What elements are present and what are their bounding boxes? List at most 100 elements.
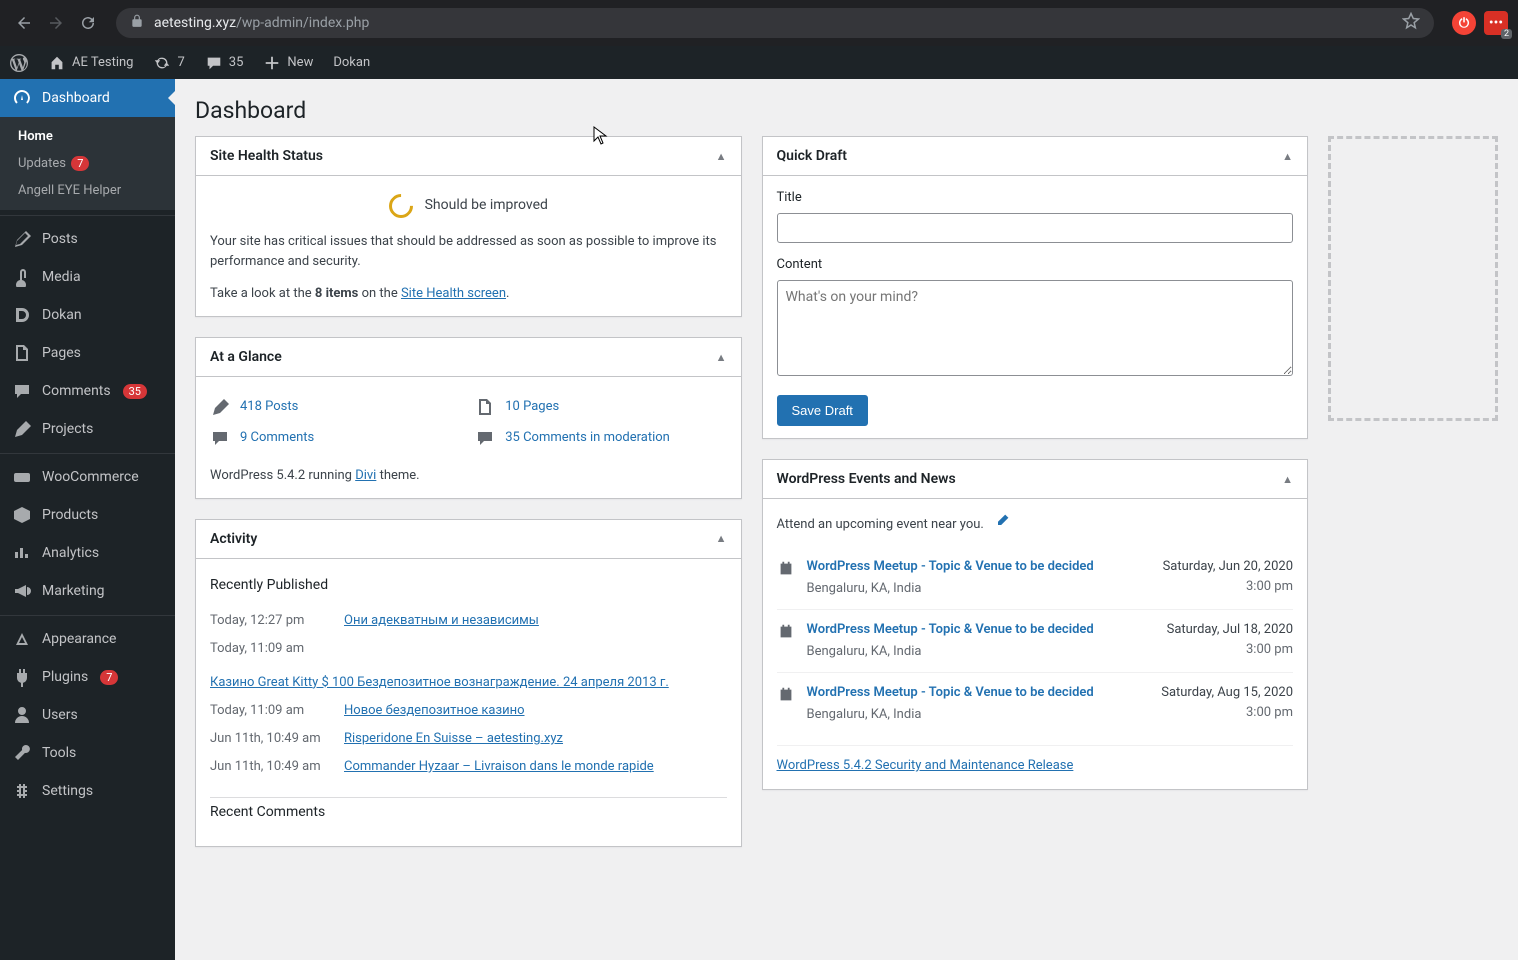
event-location: Bengaluru, KA, India <box>807 703 1132 725</box>
sidebar-item-label: Posts <box>42 231 78 247</box>
event-title-link[interactable]: WordPress Meetup - Topic & Venue to be d… <box>807 557 1132 577</box>
widget-title: Site Health Status <box>210 148 323 164</box>
sidebar-item-tools[interactable]: Tools <box>0 734 175 772</box>
updates-link[interactable]: 7 <box>143 46 194 79</box>
dashboard-col-placeholder[interactable] <box>1328 136 1498 421</box>
collapse-icon[interactable]: ▲ <box>1282 150 1293 163</box>
sidebar-item-label: Products <box>42 507 98 523</box>
comments-count: 35 <box>229 55 244 70</box>
widget-header[interactable]: At a Glance ▲ <box>196 338 741 377</box>
dokan-link[interactable]: Dokan <box>323 46 380 79</box>
sidebar-item-pages[interactable]: Pages <box>0 334 175 372</box>
glance-comments: 9 Comments <box>210 428 461 448</box>
activity-title-link[interactable]: Казино Great Kitty $ 100 Бездепозитное в… <box>210 673 669 693</box>
draft-content-textarea[interactable] <box>777 280 1294 376</box>
comments-link[interactable]: 35 <box>195 46 254 79</box>
sidebar-item-comments[interactable]: Comments 35 <box>0 372 175 410</box>
glance-posts-link[interactable]: 418 Posts <box>240 397 298 417</box>
sidebar-item-label: Pages <box>42 345 81 361</box>
widget-header[interactable]: WordPress Events and News ▲ <box>763 460 1308 499</box>
theme-link[interactable]: Divi <box>355 468 376 483</box>
sidebar-item-dashboard[interactable]: Dashboard <box>0 79 175 117</box>
widget-header[interactable]: Quick Draft ▲ <box>763 137 1308 176</box>
page-title: Dashboard <box>195 79 1498 136</box>
widget-title: Quick Draft <box>777 148 847 164</box>
content-label: Content <box>777 255 1294 275</box>
activity-subheading: Recently Published <box>210 571 727 607</box>
sidebar-item-label: Marketing <box>42 583 105 599</box>
site-name-text: AE Testing <box>72 55 133 70</box>
widget-title: Activity <box>210 531 257 547</box>
sidebar-item-settings[interactable]: Settings <box>0 772 175 810</box>
back-button[interactable] <box>10 9 38 37</box>
main-content: Dashboard Site Health Status ▲ Should be… <box>175 79 1518 960</box>
activity-row: Today, 11:09 amКазино Great Kitty $ 100 … <box>210 635 727 697</box>
widget-header[interactable]: Site Health Status ▲ <box>196 137 741 176</box>
sidebar-item-analytics[interactable]: Analytics <box>0 534 175 572</box>
dashboard-col-2: Quick Draft ▲ Title Content Save Draft <box>762 136 1309 790</box>
url-bar[interactable]: aetesting.xyz/wp-admin/index.php <box>116 8 1434 38</box>
bookmark-star-icon[interactable] <box>1402 12 1420 34</box>
collapse-icon[interactable]: ▲ <box>716 150 727 163</box>
collapse-icon[interactable]: ▲ <box>716 351 727 364</box>
collapse-icon[interactable]: ▲ <box>1282 473 1293 486</box>
event-title-link[interactable]: WordPress Meetup - Topic & Venue to be d… <box>807 683 1132 703</box>
sidebar-item-woocommerce[interactable]: WooCommerce <box>0 458 175 496</box>
activity-subheading: Recent Comments <box>210 797 727 834</box>
sidebar-item-projects[interactable]: Projects <box>0 410 175 448</box>
event-location: Bengaluru, KA, India <box>807 577 1132 599</box>
new-content-link[interactable]: New <box>253 46 323 79</box>
sidebar-item-plugins[interactable]: Plugins 7 <box>0 658 175 696</box>
widget-title: WordPress Events and News <box>777 471 956 487</box>
sidebar-sub-home[interactable]: Home <box>0 123 175 150</box>
browser-toolbar: aetesting.xyz/wp-admin/index.php ⏻ •••2 <box>0 0 1518 46</box>
dashboard-submenu: Home Updates 7 Angell EYE Helper <box>0 117 175 210</box>
draft-title-input[interactable] <box>777 213 1294 243</box>
news-link[interactable]: WordPress 5.4.2 Security and Maintenance… <box>777 758 1074 773</box>
calendar-icon <box>777 683 795 711</box>
reload-button[interactable] <box>74 9 102 37</box>
extension-power-icon[interactable]: ⏻ <box>1452 11 1476 35</box>
glance-pages: 10 Pages <box>475 397 726 417</box>
sidebar-item-label: Settings <box>42 783 93 799</box>
extension-lastpass-icon[interactable]: •••2 <box>1484 11 1508 35</box>
glance-comments-link[interactable]: 9 Comments <box>240 428 314 448</box>
save-draft-button[interactable]: Save Draft <box>777 395 868 426</box>
collapse-icon[interactable]: ▲ <box>716 532 727 545</box>
admin-sidebar: Dashboard Home Updates 7 Angell EYE Help… <box>0 79 175 960</box>
dashboard-col-1: Site Health Status ▲ Should be improved … <box>195 136 742 847</box>
site-health-link[interactable]: Site Health screen <box>401 286 506 301</box>
activity-title-link[interactable]: Risperidone En Suisse – aetesting.xyz <box>344 729 563 749</box>
sidebar-item-appearance[interactable]: Appearance <box>0 620 175 658</box>
activity-title-link[interactable]: Commander Hyzaar – Livraison dans le mon… <box>344 757 654 777</box>
wp-logo[interactable] <box>0 46 38 79</box>
activity-row: Jun 11th, 10:49 amRisperidone En Suisse … <box>210 725 727 753</box>
wp-version-line: WordPress 5.4.2 running Divi theme. <box>210 460 727 486</box>
sidebar-item-marketing[interactable]: Marketing <box>0 572 175 610</box>
sidebar-item-products[interactable]: Products <box>0 496 175 534</box>
plugins-badge: 7 <box>100 670 118 685</box>
activity-row: Jun 11th, 10:49 amCommander Hyzaar – Liv… <box>210 753 727 781</box>
site-name-link[interactable]: AE Testing <box>38 46 143 79</box>
glance-moderation-link[interactable]: 35 Comments in moderation <box>505 428 670 448</box>
sidebar-sub-updates[interactable]: Updates 7 <box>0 150 175 177</box>
activity-title-link[interactable]: Новое бездепозитное казино <box>344 701 525 721</box>
sidebar-item-dokan[interactable]: Dokan <box>0 296 175 334</box>
sidebar-item-users[interactable]: Users <box>0 696 175 734</box>
event-row: WordPress Meetup - Topic & Venue to be d… <box>777 609 1294 672</box>
sidebar-item-label: Comments <box>42 383 111 399</box>
widget-header[interactable]: Activity ▲ <box>196 520 741 559</box>
event-title-link[interactable]: WordPress Meetup - Topic & Venue to be d… <box>807 620 1132 640</box>
widget-activity: Activity ▲ Recently Published Today, 12:… <box>195 519 742 847</box>
activity-row: Today, 11:09 amНовое бездепозитное казин… <box>210 697 727 725</box>
comments-badge: 35 <box>123 384 147 399</box>
health-gauge-icon <box>384 189 418 223</box>
forward-button[interactable] <box>42 9 70 37</box>
glance-pages-link[interactable]: 10 Pages <box>505 397 559 417</box>
sidebar-item-posts[interactable]: Posts <box>0 220 175 258</box>
sidebar-sub-helper[interactable]: Angell EYE Helper <box>0 177 175 204</box>
edit-location-icon[interactable] <box>994 513 1010 536</box>
glance-posts: 418 Posts <box>210 397 461 417</box>
activity-title-link[interactable]: Они адекватным и независимы <box>344 611 539 631</box>
sidebar-item-media[interactable]: Media <box>0 258 175 296</box>
